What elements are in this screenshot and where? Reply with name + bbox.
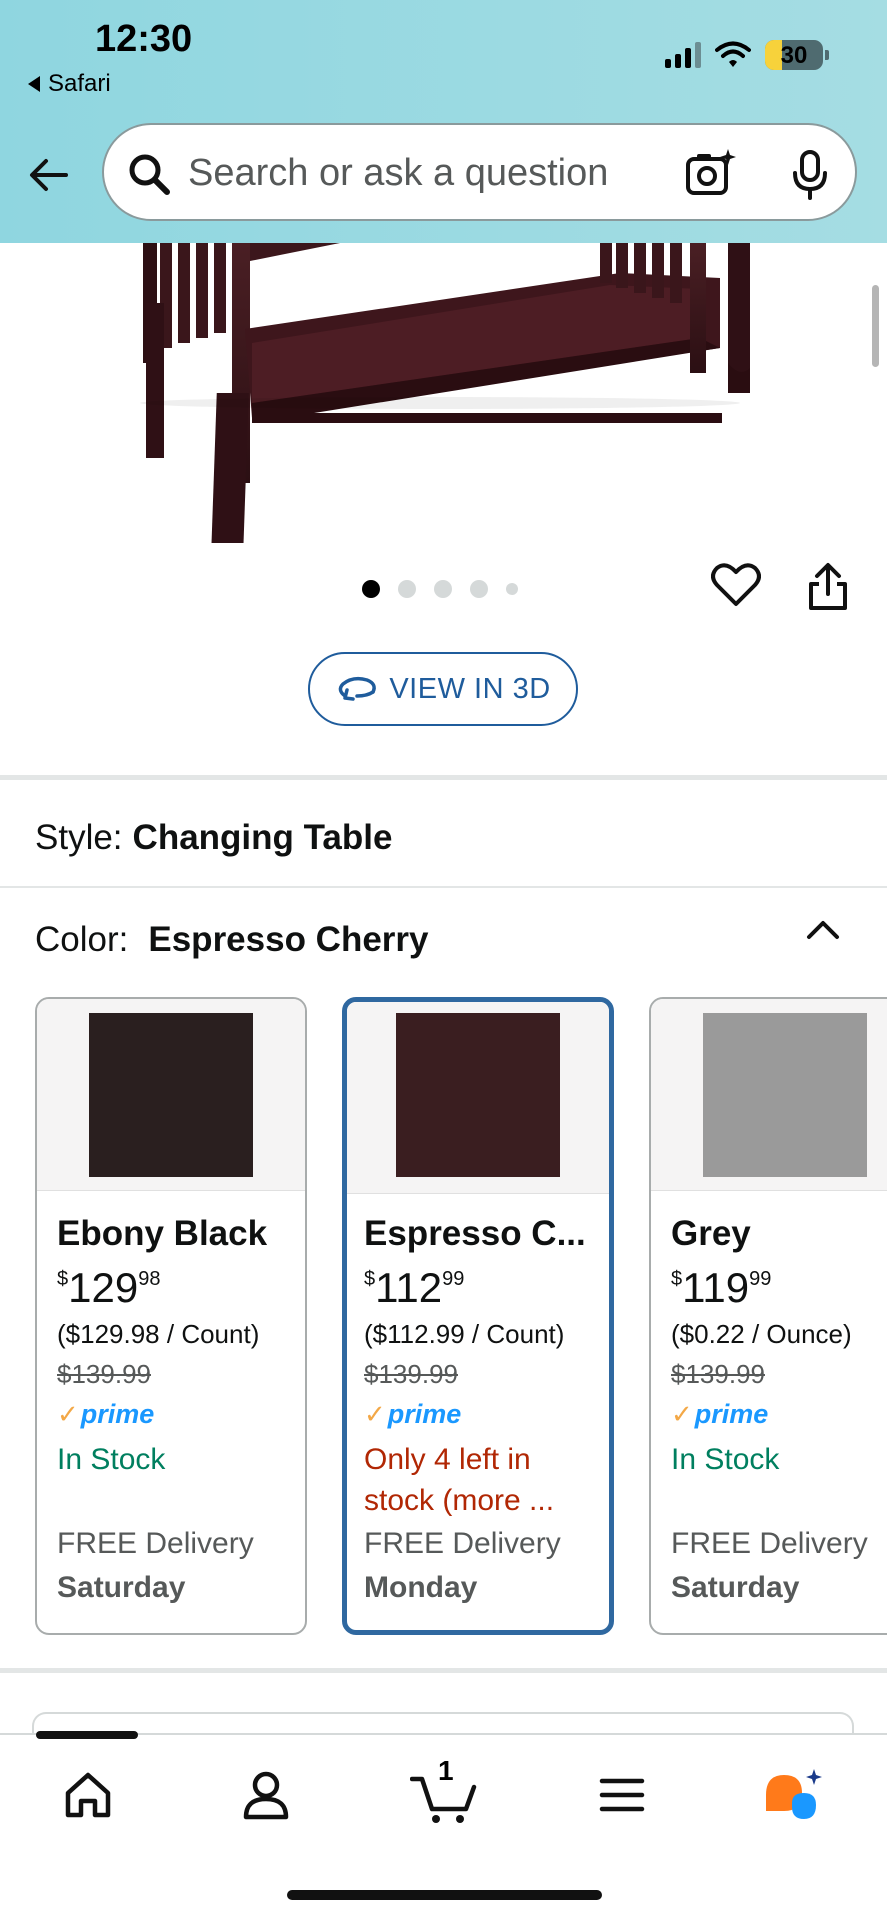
search-input[interactable] bbox=[188, 143, 668, 203]
stock-status: Only 4 left in stock (more ... bbox=[364, 1443, 555, 1517]
back-app-label: Safari bbox=[48, 70, 111, 97]
search-icon bbox=[129, 154, 170, 195]
delivery-label: FREE Delivery bbox=[57, 1527, 254, 1560]
color-swatch bbox=[89, 1013, 253, 1177]
scroll-indicator[interactable] bbox=[872, 285, 879, 367]
style-selector[interactable]: Style: Changing Table bbox=[35, 818, 392, 858]
price-symbol: $ bbox=[364, 1268, 376, 1290]
account-icon[interactable] bbox=[236, 1765, 296, 1825]
battery-level: 30 bbox=[780, 42, 808, 69]
list-price: $139.99 bbox=[671, 1359, 765, 1389]
rufus-assistant-icon[interactable] bbox=[762, 1765, 828, 1825]
prime-label: prime bbox=[387, 1399, 462, 1429]
stock-status: In Stock bbox=[57, 1443, 166, 1476]
color-option-ebony-black[interactable]: Ebony Black $129 98 ($129.98 / Count) $13… bbox=[35, 997, 307, 1635]
delivery-day: Saturday bbox=[57, 1571, 186, 1604]
style-divider bbox=[0, 886, 887, 888]
prime-check-icon: ✓ bbox=[57, 1399, 79, 1429]
delivery-label: FREE Delivery bbox=[671, 1527, 868, 1560]
style-label: Style: bbox=[35, 818, 123, 857]
back-arrow-icon[interactable] bbox=[26, 152, 72, 198]
active-tab-indicator bbox=[36, 1731, 138, 1739]
color-label: Color: bbox=[35, 920, 129, 959]
list-price: $139.99 bbox=[57, 1359, 151, 1389]
prime-label: prime bbox=[694, 1399, 769, 1429]
price-whole: 129 bbox=[68, 1264, 139, 1311]
option-price: $129 98 bbox=[57, 1264, 160, 1312]
cards-divider bbox=[0, 1668, 887, 1673]
delivery-day: Saturday bbox=[671, 1571, 800, 1604]
prime-label: prime bbox=[80, 1399, 155, 1429]
delivery-day: Monday bbox=[364, 1571, 478, 1604]
color-option-espresso-cherry[interactable]: Espresso C... $112 99 ($112.99 / Count) $… bbox=[342, 997, 614, 1635]
price-fraction: 98 bbox=[138, 1268, 161, 1290]
pagination-dot-3[interactable] bbox=[434, 580, 452, 598]
unit-price: ($0.22 / Ounce) bbox=[671, 1319, 852, 1349]
section-divider bbox=[0, 775, 887, 780]
prime-check-icon: ✓ bbox=[671, 1399, 693, 1429]
wifi-icon bbox=[715, 41, 751, 67]
search-bar[interactable] bbox=[102, 123, 857, 221]
battery-icon: 30 bbox=[765, 40, 823, 70]
rotate-3d-icon bbox=[339, 676, 377, 701]
pagination-dot-5[interactable] bbox=[506, 583, 518, 595]
prime-check-icon: ✓ bbox=[364, 1399, 386, 1429]
color-swatch bbox=[396, 1013, 560, 1177]
pagination-dot-2[interactable] bbox=[398, 580, 416, 598]
pagination-dot-4[interactable] bbox=[470, 580, 488, 598]
stock-status: In Stock bbox=[671, 1443, 780, 1476]
share-icon[interactable] bbox=[805, 562, 851, 612]
camera-search-icon[interactable] bbox=[684, 147, 738, 201]
prime-badge: ✓ prime bbox=[57, 1399, 154, 1430]
unit-price: ($129.98 / Count) bbox=[57, 1319, 260, 1349]
unit-price: ($112.99 / Count) bbox=[364, 1319, 565, 1349]
status-indicators: 30 bbox=[665, 40, 829, 70]
cart-count-badge: 1 bbox=[438, 1755, 454, 1786]
product-image[interactable] bbox=[0, 243, 887, 543]
swatch-area bbox=[347, 1002, 609, 1194]
app-header: 12:30 Safari 30 bbox=[0, 0, 887, 243]
swatch-area bbox=[37, 999, 305, 1191]
price-whole: 112 bbox=[375, 1264, 443, 1311]
prime-badge: ✓ prime bbox=[364, 1399, 461, 1430]
view-in-3d-label: VIEW IN 3D bbox=[389, 672, 551, 705]
view-in-3d-button[interactable]: VIEW IN 3D bbox=[308, 652, 578, 726]
option-name: Grey bbox=[671, 1214, 751, 1253]
home-icon[interactable] bbox=[58, 1765, 118, 1825]
chevron-up-icon[interactable] bbox=[803, 915, 843, 945]
color-selector-header[interactable]: Color: Espresso Cherry bbox=[35, 920, 429, 960]
back-triangle-icon bbox=[28, 76, 40, 92]
color-value: Espresso Cherry bbox=[148, 920, 429, 959]
heart-icon[interactable] bbox=[711, 562, 761, 608]
home-indicator[interactable] bbox=[287, 1890, 602, 1900]
list-price: $139.99 bbox=[364, 1359, 458, 1389]
color-swatch bbox=[703, 1013, 867, 1177]
delivery-label: FREE Delivery bbox=[364, 1527, 561, 1560]
price-whole: 119 bbox=[682, 1264, 750, 1311]
pagination-dot-1[interactable] bbox=[362, 580, 380, 598]
price-symbol: $ bbox=[57, 1268, 69, 1290]
image-pagination-dots[interactable] bbox=[362, 580, 518, 598]
status-time: 12:30 bbox=[95, 18, 193, 60]
swatch-area bbox=[651, 999, 887, 1191]
battery-nub bbox=[825, 50, 829, 60]
microphone-icon[interactable] bbox=[790, 149, 830, 201]
color-option-grey[interactable]: Grey $119 99 ($0.22 / Ounce) $139.99 ✓ pri… bbox=[649, 997, 887, 1635]
price-fraction: 99 bbox=[749, 1268, 772, 1290]
menu-icon[interactable] bbox=[592, 1765, 652, 1825]
cellular-signal-icon bbox=[665, 42, 701, 68]
option-price: $119 99 bbox=[671, 1264, 771, 1312]
prime-badge: ✓ prime bbox=[671, 1399, 768, 1430]
option-price: $112 99 bbox=[364, 1264, 464, 1312]
back-to-safari-link[interactable]: Safari bbox=[28, 70, 111, 98]
price-fraction: 99 bbox=[442, 1268, 465, 1290]
price-symbol: $ bbox=[671, 1268, 683, 1290]
color-options-carousel[interactable]: Ebony Black $129 98 ($129.98 / Count) $13… bbox=[35, 997, 887, 1635]
option-name: Ebony Black bbox=[57, 1214, 268, 1253]
style-value: Changing Table bbox=[132, 818, 393, 857]
option-name: Espresso C... bbox=[364, 1214, 586, 1253]
